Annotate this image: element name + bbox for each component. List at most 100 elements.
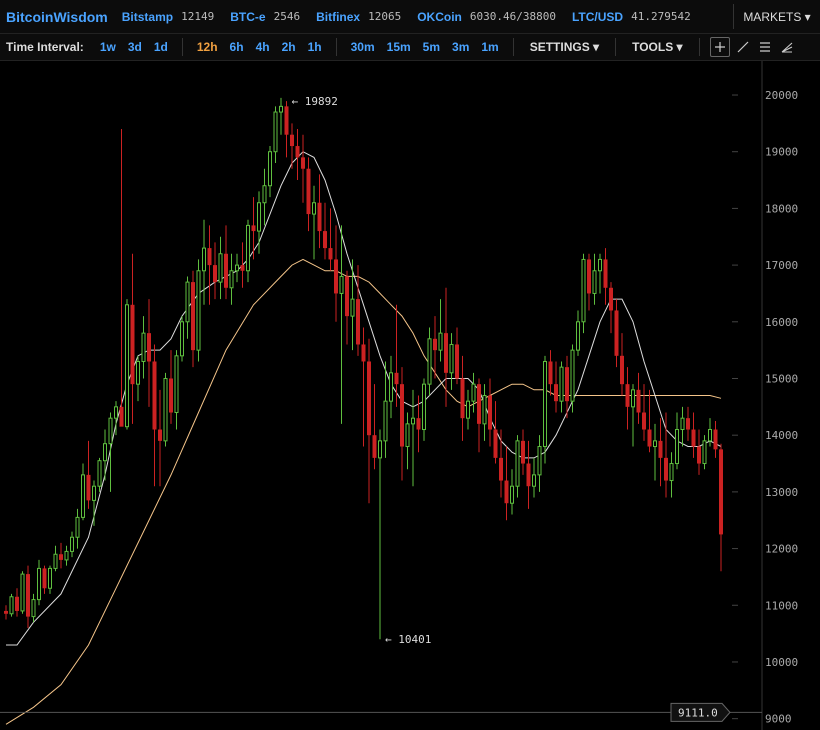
candle-body: [559, 366, 564, 402]
candle-body: [669, 463, 674, 482]
candle-body: [460, 378, 465, 419]
candle-body: [301, 157, 305, 169]
candle-body: [708, 429, 712, 442]
candle-body: [213, 265, 217, 283]
candle-body: [537, 446, 542, 476]
ticker-exchange: Bitstamp: [121, 9, 174, 24]
brand-logo[interactable]: BitcoinWisdom: [6, 9, 108, 25]
settings-menu-button[interactable]: SETTINGS ▾: [530, 40, 599, 54]
candle-body: [312, 202, 316, 215]
line-draw-icon[interactable]: [734, 38, 752, 56]
candle-body: [713, 429, 718, 450]
candle-body: [664, 457, 668, 481]
interval-6h[interactable]: 6h: [230, 40, 244, 54]
candle-body: [691, 429, 696, 447]
candle-body: [543, 360, 547, 448]
candle-body: [565, 367, 569, 402]
ticker-okcoin[interactable]: OKCoin 6030.46/38800: [417, 10, 556, 24]
candle-body: [136, 360, 140, 385]
candle-body: [48, 567, 52, 589]
candle-body: [636, 389, 641, 413]
y-tick-label: 9000: [765, 713, 792, 726]
candle-body: [416, 418, 421, 430]
candle-body: [75, 516, 80, 538]
low-price-label: ← 10401: [385, 633, 431, 646]
candle-body: [625, 384, 630, 407]
candle-body: [400, 384, 404, 447]
markets-menu-button[interactable]: MARKETS ▾: [733, 4, 820, 29]
candle-body: [477, 384, 481, 424]
candle-body: [114, 406, 118, 419]
candle-body: [251, 225, 256, 232]
y-tick-label: 17000: [765, 259, 798, 272]
interval-15m[interactable]: 15m: [387, 40, 411, 54]
crosshair-icon[interactable]: [709, 37, 730, 57]
candle-body: [411, 417, 415, 425]
tools-menu-button[interactable]: TOOLS ▾: [632, 40, 682, 54]
ticker-bitstamp[interactable]: Bitstamp 12149: [122, 10, 214, 24]
candle-body: [81, 474, 85, 518]
candle-body: [389, 372, 393, 402]
candle-body: [675, 429, 679, 465]
interval-30m[interactable]: 30m: [351, 40, 375, 54]
candle-body: [570, 349, 575, 402]
candle-body: [163, 377, 168, 442]
candle-body: [4, 610, 8, 614]
candle-body: [31, 599, 36, 618]
candle-body: [147, 333, 151, 362]
candle-body: [152, 361, 157, 430]
candle-body: [367, 361, 371, 436]
candle-body: [372, 435, 377, 458]
interval-5m[interactable]: 5m: [423, 40, 440, 54]
ticker-btce[interactable]: BTC-e 2546: [230, 10, 300, 24]
interval-2h[interactable]: 2h: [282, 40, 296, 54]
candle-body: [598, 258, 602, 272]
interval-1w[interactable]: 1w: [100, 40, 116, 54]
candle-body: [180, 321, 184, 357]
candle-body: [130, 304, 135, 385]
fan-icon[interactable]: [778, 38, 796, 56]
candle-body: [15, 596, 19, 611]
candle-body: [471, 383, 476, 402]
candle-body: [383, 400, 388, 442]
y-tick-label: 10000: [765, 656, 798, 669]
interval-12h[interactable]: 12h: [197, 40, 218, 54]
interval-1d[interactable]: 1d: [154, 40, 168, 54]
toolbar-divider: [615, 38, 617, 56]
candle-body: [427, 338, 432, 385]
candle-body: [614, 310, 619, 356]
candle-body: [444, 333, 448, 373]
candle-body: [268, 151, 272, 187]
candle-body: [350, 298, 355, 317]
candle-body: [108, 417, 113, 445]
toolbar-divider: [335, 38, 337, 56]
interval-1m[interactable]: 1m: [481, 40, 498, 54]
interval-3d[interactable]: 3d: [128, 40, 142, 54]
ticker-exchange: BTC-e: [230, 9, 266, 24]
high-price-label: ← 19892: [292, 95, 338, 108]
candle-body: [92, 485, 96, 501]
ticker-price: 12065: [368, 10, 402, 23]
candle-body: [488, 395, 492, 430]
ticker-ltcusd[interactable]: LTC/USD 41.279542: [572, 10, 691, 24]
candlestick-chart[interactable]: 9000 10000 11000 12000 13000 14000 15000 16000 1…: [0, 61, 820, 730]
y-tick-label: 15000: [765, 372, 798, 385]
time-interval-label: Time Interval:: [6, 40, 84, 54]
candle-body: [229, 270, 234, 289]
candle-body: [515, 440, 520, 487]
candle-body: [576, 321, 580, 351]
candle-body: [224, 253, 228, 288]
interval-4h[interactable]: 4h: [256, 40, 270, 54]
y-tick-label: 18000: [765, 202, 798, 215]
candle-body: [526, 463, 531, 487]
candle-body: [290, 134, 294, 147]
interval-3m[interactable]: 3m: [452, 40, 469, 54]
horizontal-lines-icon[interactable]: [756, 38, 774, 56]
ticker-bitfinex[interactable]: Bitfinex 12065: [316, 10, 401, 24]
candle-body: [433, 338, 437, 351]
interval-1h[interactable]: 1h: [308, 40, 322, 54]
candle-body: [510, 485, 514, 504]
ticker-price: 2546: [273, 10, 301, 23]
candle-body: [680, 417, 685, 431]
candle-body: [642, 412, 646, 430]
